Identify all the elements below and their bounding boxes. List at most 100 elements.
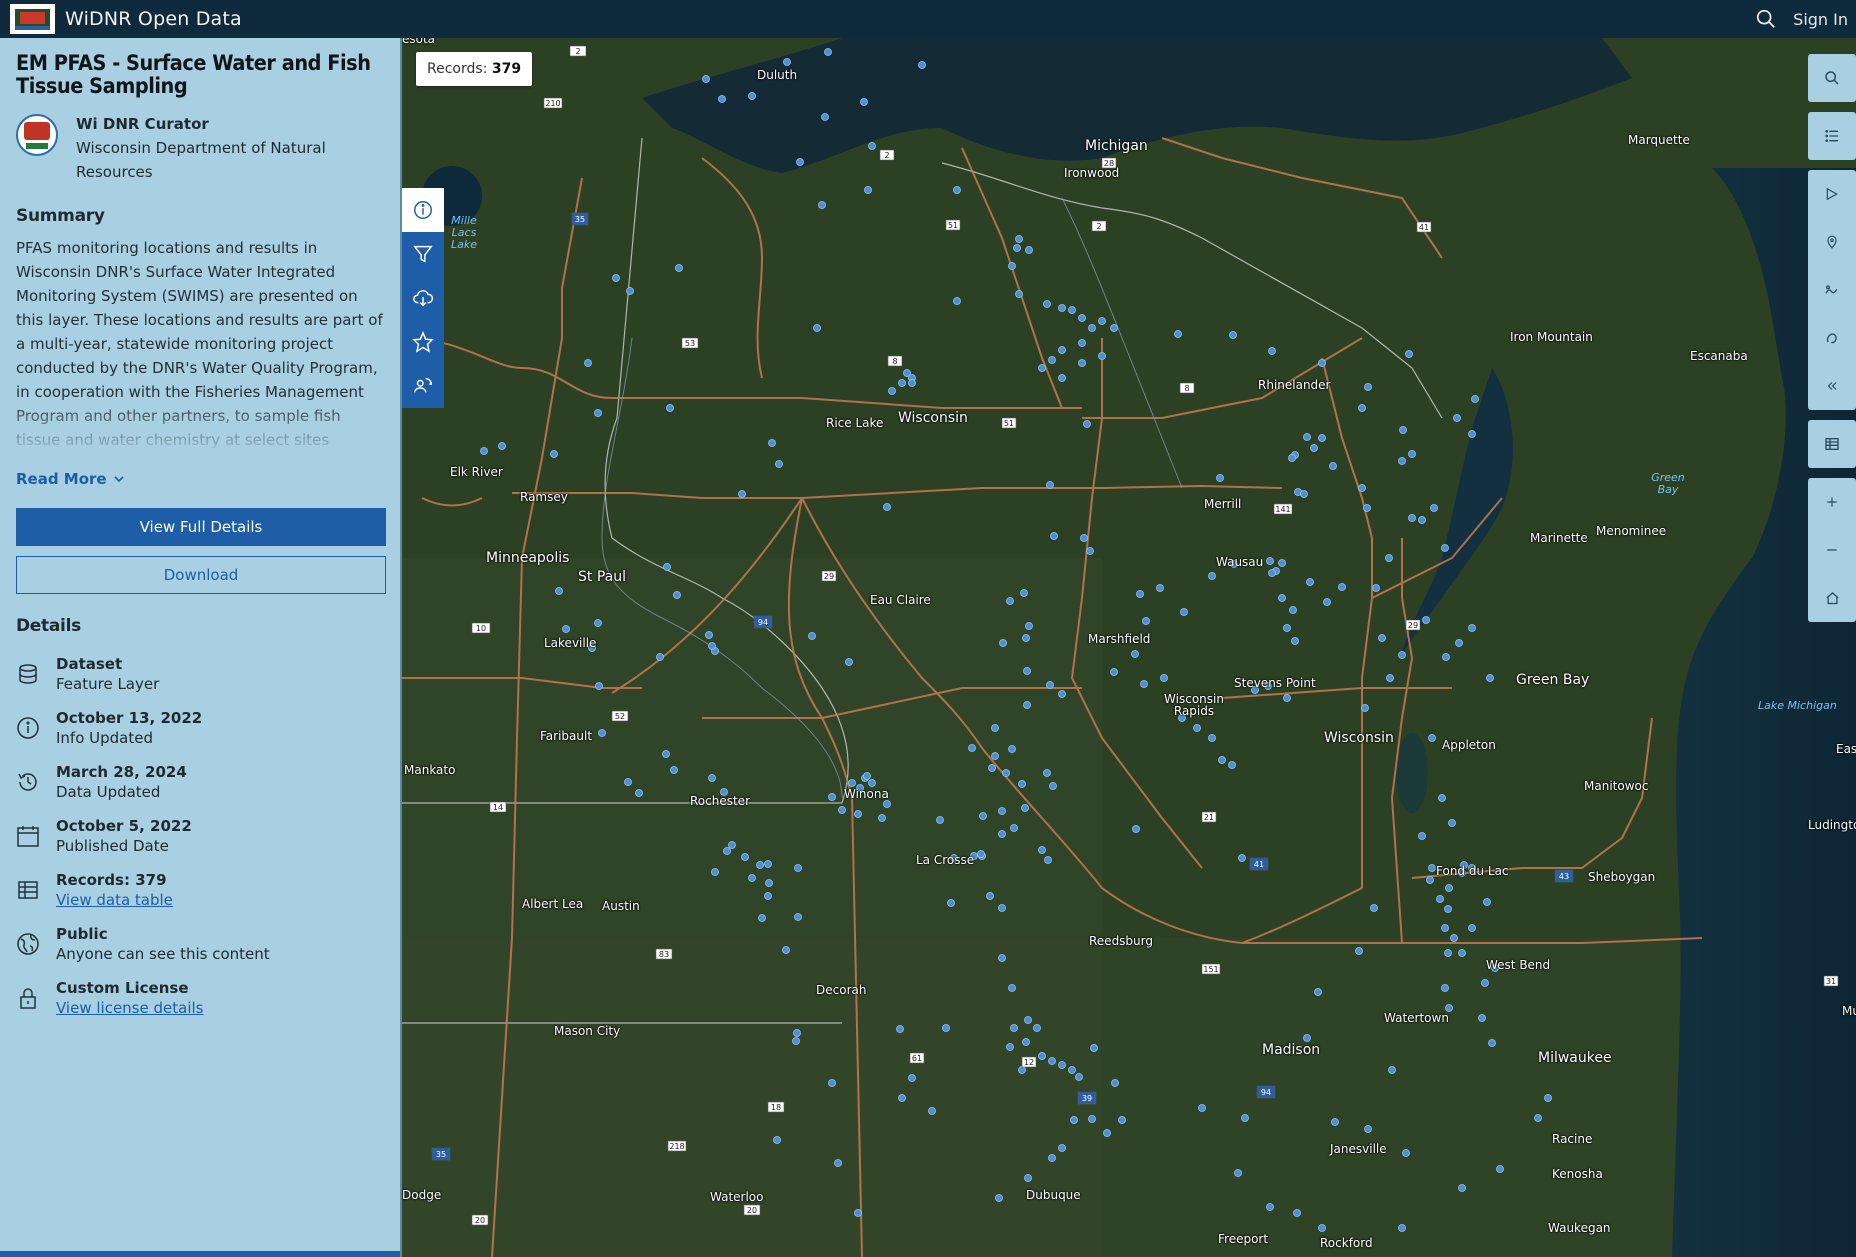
legend-button[interactable] xyxy=(1808,112,1856,160)
share-tool-button[interactable] xyxy=(402,364,444,408)
legend-icon xyxy=(1825,130,1838,142)
measure-button[interactable] xyxy=(1808,170,1856,218)
place-label: Wausau xyxy=(1216,555,1264,569)
map-right-toolbar xyxy=(1808,54,1856,632)
place-label: Mason City xyxy=(554,1024,621,1038)
route-shield: 20 xyxy=(475,1216,485,1225)
detail-sub: Anyone can see this content xyxy=(56,945,270,963)
detail-data-updated: March 28, 2024 Data Updated xyxy=(16,762,384,802)
place-label: Winona xyxy=(844,787,889,801)
map-search-button[interactable] xyxy=(1808,54,1856,102)
view-full-details-button[interactable]: View Full Details xyxy=(16,508,386,546)
table-icon xyxy=(1825,438,1839,450)
home-extent-button[interactable] xyxy=(1808,574,1856,622)
view-license-details-link[interactable]: View license details xyxy=(56,999,203,1017)
filter-tool-button[interactable] xyxy=(402,232,444,276)
place-label: Sheboygan xyxy=(1588,870,1656,884)
favorite-tool-button[interactable] xyxy=(402,320,444,364)
place-label: esota xyxy=(402,38,436,46)
place-label: Marinette xyxy=(1530,531,1588,545)
chevron-down-icon xyxy=(114,476,124,483)
place-label: East xyxy=(1836,742,1856,756)
place-label: Mankato xyxy=(404,763,456,777)
detail-title: March 28, 2024 xyxy=(56,763,187,781)
info-icon xyxy=(414,201,432,219)
route-shield: 51 xyxy=(948,221,958,230)
info-tool-button[interactable] xyxy=(402,188,444,232)
place-label: Faribault xyxy=(540,729,593,743)
detail-license: Custom License View license details xyxy=(16,978,384,1018)
detail-title: Public xyxy=(56,925,108,943)
place-label: Ironwood xyxy=(1064,166,1120,180)
detail-access: Public Anyone can see this content xyxy=(16,924,384,964)
view-data-table-link[interactable]: View data table xyxy=(56,891,173,909)
records-count: 379 xyxy=(491,61,522,77)
place-label: Watertown xyxy=(1384,1011,1449,1025)
map-view[interactable]: 2 210 35 23 53 8 51 2 28 2 41 8 141 51 2… xyxy=(402,38,1856,1257)
location-icon xyxy=(1827,235,1837,249)
place-label: Madison xyxy=(1262,1042,1321,1058)
basemap-button[interactable] xyxy=(1808,314,1856,362)
read-more-label: Read More xyxy=(16,470,107,488)
place-label: Milwaukee xyxy=(1538,1050,1612,1066)
route-shield: 2 xyxy=(575,47,580,56)
route-shield: 52 xyxy=(615,712,625,721)
widnr-logo[interactable] xyxy=(10,4,55,34)
detail-info-updated: October 13, 2022 Info Updated xyxy=(16,708,384,748)
route-shield: 35 xyxy=(436,1150,446,1159)
place-label: Minneapolis xyxy=(486,550,570,566)
detail-sub: Data Updated xyxy=(56,783,161,801)
zoom-out-button[interactable] xyxy=(1808,526,1856,574)
owner-name[interactable]: Wi DNR Curator xyxy=(76,112,384,136)
route-shield: 18 xyxy=(771,1103,781,1112)
search-icon[interactable] xyxy=(1755,8,1777,30)
collapse-toolbar-button[interactable] xyxy=(1808,362,1856,410)
place-label: Albert Lea xyxy=(522,897,584,911)
route-shield: 10 xyxy=(476,624,486,633)
star-icon xyxy=(412,331,434,353)
locate-button[interactable] xyxy=(1808,218,1856,266)
detail-title: Records: 379 xyxy=(56,871,167,889)
sketch-button[interactable] xyxy=(1808,266,1856,314)
place-label: Rochester xyxy=(690,794,750,808)
detail-records: Records: 379 View data table xyxy=(16,870,384,910)
place-label: Escanaba xyxy=(1690,349,1748,363)
details-list: Dataset Feature Layer October 13, 2022 Inf… xyxy=(16,654,384,1018)
search-icon xyxy=(1825,71,1839,85)
place-label: Rice Lake xyxy=(826,416,884,430)
route-shield: 12 xyxy=(1024,1058,1034,1067)
route-shield: 8 xyxy=(1184,384,1189,393)
place-label: Decorah xyxy=(816,983,867,997)
route-shield: 21 xyxy=(1204,813,1214,822)
route-shield: 14 xyxy=(493,803,503,812)
summary-heading: Summary xyxy=(16,206,105,226)
download-tool-button[interactable] xyxy=(402,276,444,320)
route-shield: 29 xyxy=(824,572,834,581)
route-shield: 35 xyxy=(575,215,585,224)
route-shield: 2 xyxy=(884,151,889,160)
map-basemap[interactable]: 2 210 35 23 53 8 51 2 28 2 41 8 141 51 2… xyxy=(402,38,1856,1257)
detail-dataset-type: Dataset Feature Layer xyxy=(16,654,384,694)
zoom-in-button[interactable] xyxy=(1808,478,1856,526)
sign-in-link[interactable]: Sign In xyxy=(1793,10,1848,29)
site-title[interactable]: WiDNR Open Data xyxy=(65,8,242,30)
place-label: Marshfield xyxy=(1088,632,1151,646)
place-label: Mu xyxy=(1842,1004,1856,1018)
read-more-button[interactable]: Read More xyxy=(16,470,125,488)
route-shield: 20 xyxy=(747,1206,757,1215)
owner-avatar[interactable] xyxy=(16,114,58,156)
route-shield: 53 xyxy=(685,339,695,348)
water-label: Lake Michigan xyxy=(1758,699,1837,712)
history-icon xyxy=(18,773,37,791)
owner-block: Wi DNR Curator Wisconsin Department of N… xyxy=(16,112,384,184)
place-label: Rockford xyxy=(1320,1236,1373,1250)
download-button[interactable]: Download xyxy=(16,556,386,594)
route-shield: 29 xyxy=(1408,621,1418,630)
attribute-table-button[interactable] xyxy=(1808,420,1856,468)
route-shield: 83 xyxy=(659,950,669,959)
place-label: Dubuque xyxy=(1026,1188,1081,1202)
header-actions: Sign In xyxy=(1755,0,1856,38)
place-label: Elk River xyxy=(450,465,503,479)
detail-sub: Info Updated xyxy=(56,729,154,747)
place-label: Green Bay xyxy=(1516,672,1590,688)
